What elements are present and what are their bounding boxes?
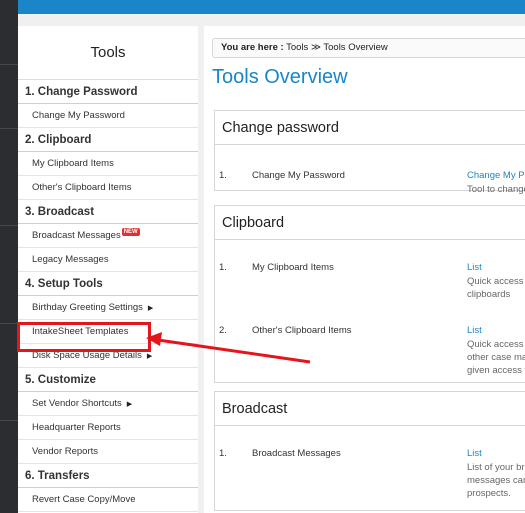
tool-link[interactable]: Change My P xyxy=(467,170,525,181)
sidebar-item-label: Headquarter Reports xyxy=(32,422,121,433)
tool-name: Broadcast Messages xyxy=(252,448,341,459)
tools-sidebar: Tools 1. Change Password Change My Passwo… xyxy=(18,26,198,513)
sidebar-item-label: My Clipboard Items xyxy=(32,158,114,169)
tool-panel: Clipboard 1. My Clipboard Items List Quick a… xyxy=(214,205,525,383)
tool-name: Other's Clipboard Items xyxy=(252,325,352,336)
tool-name: Change My Password xyxy=(252,170,345,181)
sidebar-section-heading: 5. Customize xyxy=(18,368,198,392)
tool-description: Quick access other case ma given access t xyxy=(467,338,525,377)
submenu-caret-icon: ▶ xyxy=(126,401,133,408)
sidebar-item-label: Other's Clipboard Items xyxy=(32,182,132,193)
sidebar-title: Tools xyxy=(18,26,198,80)
description-line: Quick access xyxy=(467,339,524,350)
sidebar-item[interactable]: Headquarter Reports xyxy=(18,416,198,440)
breadcrumb-separator: ≫ xyxy=(310,42,321,53)
sidebar-item-label: Revert Case Copy/Move xyxy=(32,494,136,505)
tool-link[interactable]: List xyxy=(467,262,482,273)
sidebar-section-heading: 4. Setup Tools xyxy=(18,272,198,296)
description-line: Tool to change xyxy=(467,184,525,195)
top-bar xyxy=(0,0,525,14)
nav-divider xyxy=(0,64,18,65)
submenu-caret-icon: ▶ xyxy=(146,353,153,360)
sidebar-item-label: IntakeSheet Templates xyxy=(32,326,129,337)
new-badge: NEW xyxy=(121,228,140,236)
nav-divider xyxy=(0,420,18,421)
description-line: prospects. xyxy=(467,488,511,499)
sidebar-item[interactable]: Disk Space Usage Details ▶ xyxy=(18,344,198,368)
main-content: You are here : Tools ≫ Tools Overview To… xyxy=(204,26,525,513)
tool-link[interactable]: List xyxy=(467,325,482,336)
sidebar-menu: 1. Change Password Change My Password 2. C… xyxy=(18,80,198,512)
sidebar-item-label: Vendor Reports xyxy=(32,446,99,457)
row-number: 2. xyxy=(219,325,227,336)
tool-row: 1. My Clipboard Items List Quick access clip… xyxy=(215,262,525,322)
sidebar-item[interactable]: IntakeSheet Templates xyxy=(18,320,198,344)
description-line: other case ma xyxy=(467,352,525,363)
sidebar-section-heading: 6. Transfers xyxy=(18,464,198,488)
breadcrumb-lead: You are here : xyxy=(221,42,284,53)
description-line: Quick access xyxy=(467,276,524,287)
description-line: messages car xyxy=(467,475,525,486)
nav-divider xyxy=(0,225,18,226)
tool-link[interactable]: List xyxy=(467,448,482,459)
row-number: 1. xyxy=(219,448,227,459)
sidebar-item[interactable]: My Clipboard Items xyxy=(18,152,198,176)
sidebar-item[interactable]: Revert Case Copy/Move xyxy=(18,488,198,512)
sidebar-section-heading: 3. Broadcast xyxy=(18,200,198,224)
nav-divider xyxy=(0,128,18,129)
sidebar-section-heading: 2. Clipboard xyxy=(18,128,198,152)
sidebar-item[interactable]: Legacy Messages xyxy=(18,248,198,272)
page-title: Tools Overview xyxy=(212,66,348,88)
tool-name: My Clipboard Items xyxy=(252,262,334,273)
sidebar-item[interactable]: Broadcast Messages NEW xyxy=(18,224,198,248)
row-number: 1. xyxy=(219,262,227,273)
tool-panel: Broadcast 1. Broadcast Messages List List of… xyxy=(214,391,525,511)
description-line: clipboards xyxy=(467,289,511,300)
sidebar-item-label: Disk Space Usage Details xyxy=(32,350,142,361)
sidebar-section-heading: 1. Change Password xyxy=(18,80,198,104)
panel-heading: Broadcast xyxy=(215,392,525,426)
sidebar-item[interactable]: Vendor Reports xyxy=(18,440,198,464)
panel-heading: Change password xyxy=(215,111,525,145)
sidebar-item-label: Broadcast Messages xyxy=(32,230,121,241)
sidebar-item[interactable]: Change My Password xyxy=(18,104,198,128)
description-line: given access t xyxy=(467,365,525,376)
tool-row: 1. Broadcast Messages List List of your bro… xyxy=(215,448,525,508)
description-line: List of your bro xyxy=(467,462,525,473)
breadcrumb-item-current: Tools Overview xyxy=(323,42,388,53)
sidebar-item-label: Set Vendor Shortcuts xyxy=(32,398,122,409)
sidebar-item[interactable]: Birthday Greeting Settings ▶ xyxy=(18,296,198,320)
tool-description: Quick access clipboards xyxy=(467,275,525,301)
sidebar-item-label: Birthday Greeting Settings xyxy=(32,302,143,313)
left-nav-strip xyxy=(0,0,18,513)
tool-panel: Change password 1. Change My Password Chang… xyxy=(214,110,525,195)
breadcrumb-item-tools[interactable]: Tools xyxy=(286,42,308,53)
sidebar-item[interactable]: Set Vendor Shortcuts ▶ xyxy=(18,392,198,416)
tool-row: 1. Change My Password Change My P Tool to c… xyxy=(215,170,525,210)
nav-divider xyxy=(0,323,18,324)
sidebar-item[interactable]: Other's Clipboard Items xyxy=(18,176,198,200)
submenu-caret-icon: ▶ xyxy=(147,305,154,312)
panel-heading: Clipboard xyxy=(215,206,525,240)
row-number: 1. xyxy=(219,170,227,181)
tool-description: Tool to change xyxy=(467,183,525,196)
sidebar-item-label: Change My Password xyxy=(32,110,125,121)
tool-row: 2. Other's Clipboard Items List Quick acces… xyxy=(215,325,525,385)
tool-description: List of your bro messages car prospects. xyxy=(467,461,525,500)
sidebar-item-label: Legacy Messages xyxy=(32,254,109,265)
breadcrumb: You are here : Tools ≫ Tools Overview xyxy=(212,38,525,58)
